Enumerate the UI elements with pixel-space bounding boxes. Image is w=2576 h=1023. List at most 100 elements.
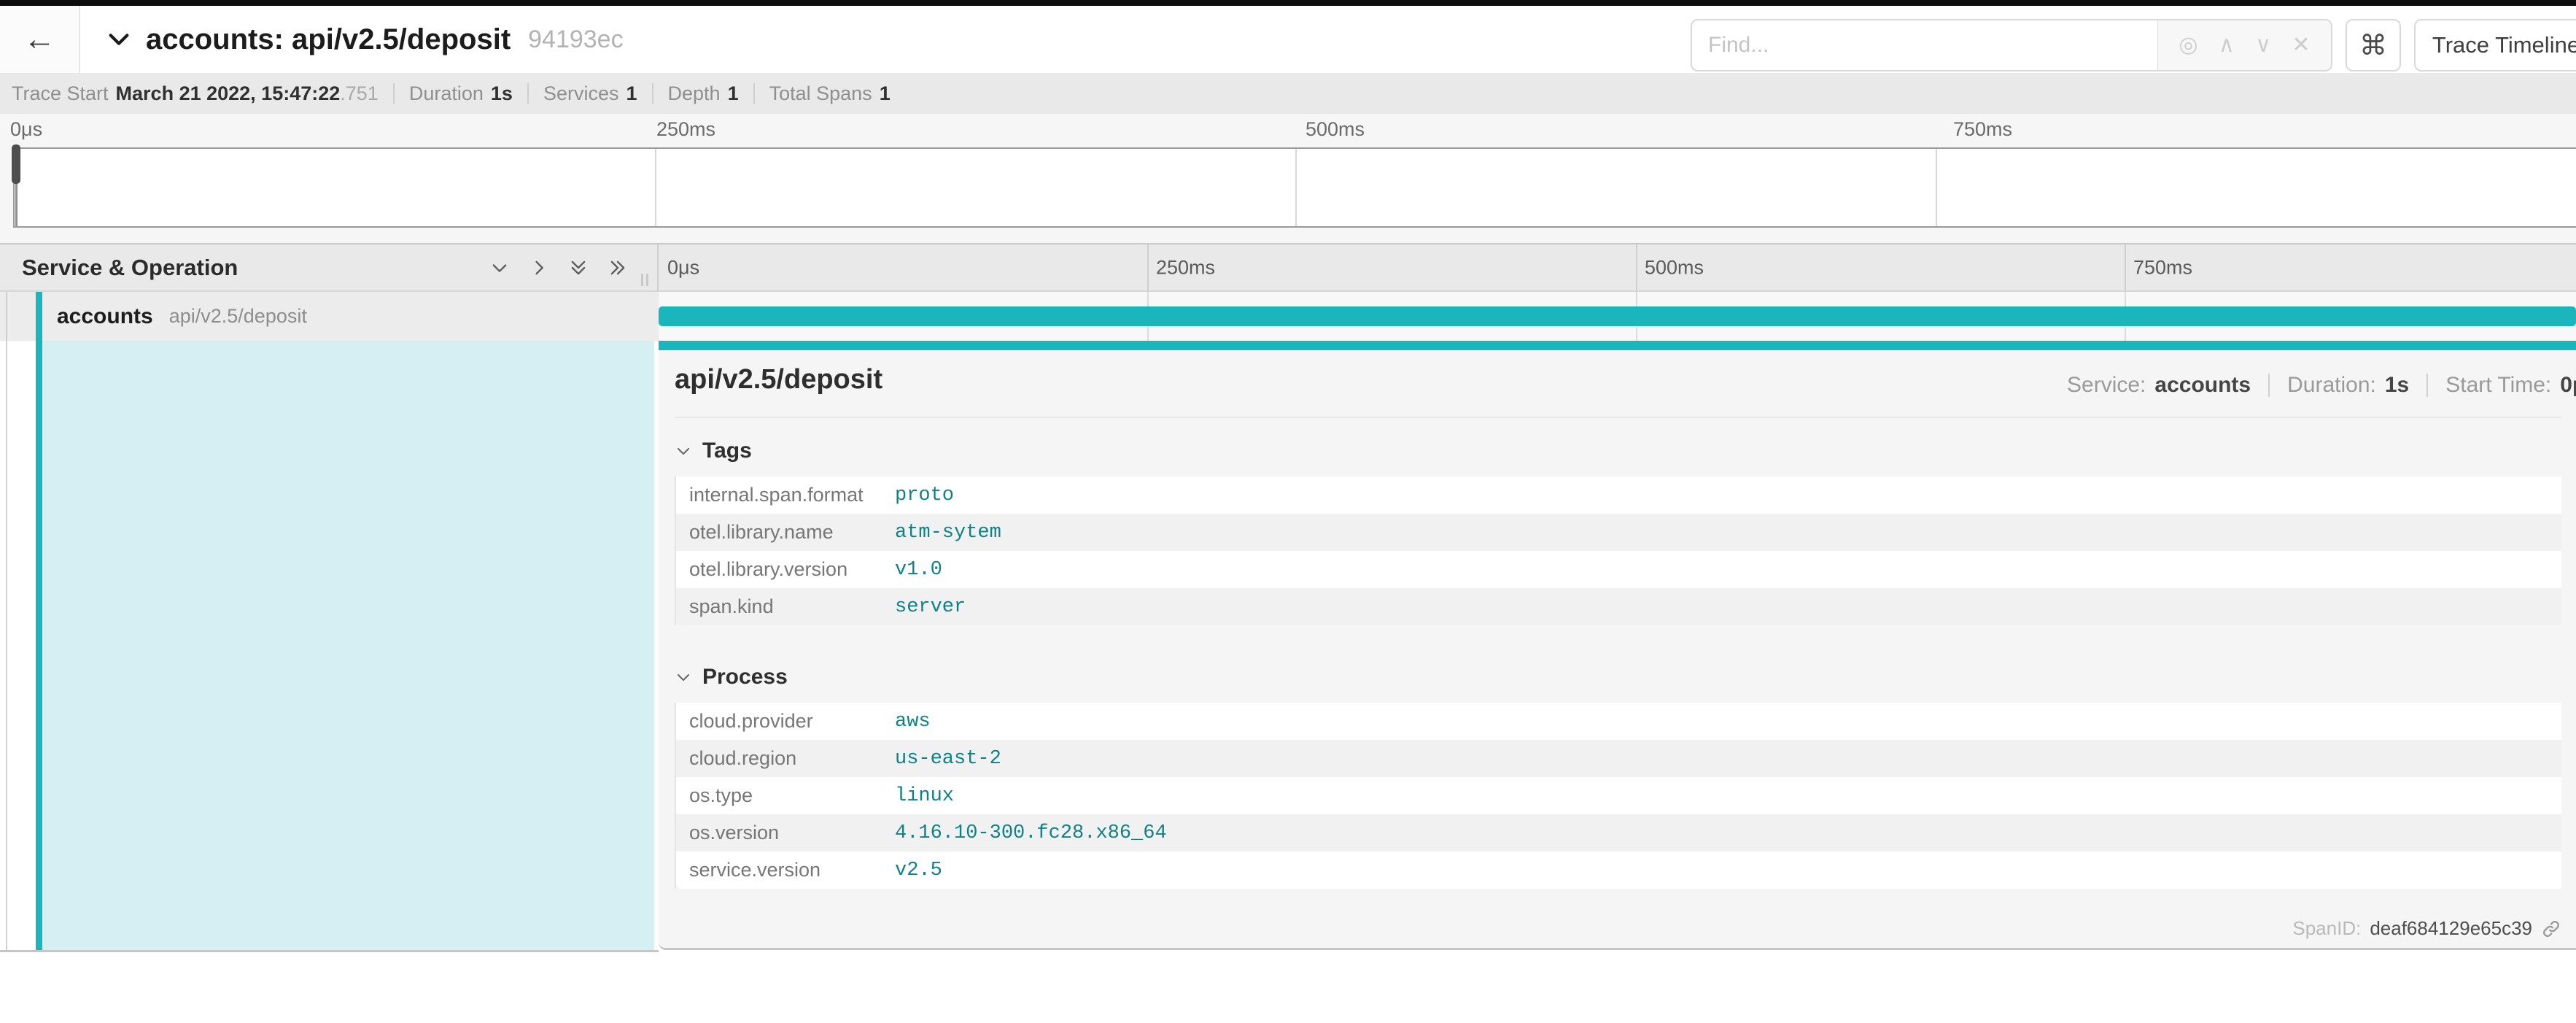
depth-label: Depth [668,82,721,105]
process-section-toggle[interactable]: Process [675,665,2561,690]
detail-bottom-border [0,950,659,952]
divider [753,83,755,104]
trace-view-selector[interactable]: Trace Timeline [2414,19,2576,72]
duration-value: 1s [491,82,513,105]
span-detail-panel: api/v2.5/deposit Service: accounts Durat… [659,341,2576,950]
process-key: cloud.provider [676,710,895,733]
timeline-gridline [1636,244,1637,290]
trace-page-header: ← accounts: api/v2.5/deposit 94193ec ◎ ∧… [0,6,2576,73]
tag-row[interactable]: otel.library.version v1.0 [676,551,2561,588]
span-detail-title: api/v2.5/deposit [675,364,882,395]
chevron-down-icon [675,442,692,460]
tag-value: v1.0 [895,559,2561,581]
process-table: cloud.provider aws cloud.region us-east-… [675,703,2561,889]
tag-key: otel.library.name [676,521,895,544]
collapse-all-icon[interactable] [568,258,589,278]
timeline-tick-label: 750ms [2133,256,2192,279]
process-row[interactable]: service.version v2.5 [676,852,2561,889]
span-color-accent [36,341,42,950]
next-result-icon[interactable]: ∨ [2255,34,2271,56]
prev-result-icon[interactable]: ∧ [2219,34,2235,56]
process-key: os.type [676,784,895,807]
tag-row[interactable]: internal.span.format proto [676,476,2561,514]
tag-row[interactable]: otel.library.name atm-sytem [676,514,2561,551]
span-row[interactable]: accounts api/v2.5/deposit [0,292,2576,341]
tag-key: span.kind [676,595,895,618]
total-spans-value: 1 [880,82,891,105]
span-detail-timeline-bar [659,341,2576,350]
expand-one-icon[interactable] [529,258,549,278]
process-value: 4.16.10-300.fc28.x86_64 [895,822,2561,844]
service-operation-header: Service & Operation [22,255,238,281]
process-key: os.version [676,822,895,844]
services-label: Services [543,82,619,105]
service-label: Service: [2067,373,2146,398]
tags-section-toggle[interactable]: Tags [675,439,2561,463]
span-timeline-cell [659,292,2576,341]
process-key: cloud.region [676,747,895,770]
divider [675,417,2561,418]
minimap-scrubber-handle[interactable] [12,144,20,184]
span-color-accent [36,292,42,341]
duration-label: Duration [409,82,484,105]
chevron-down-icon [675,668,692,686]
span-detail-overview: Service: accounts Duration: 1s Start Tim… [2067,373,2576,398]
process-section-title: Process [702,665,788,690]
span-duration-bar[interactable] [659,306,2576,326]
span-service-name: accounts [57,304,153,329]
clear-search-icon[interactable]: ✕ [2292,34,2311,56]
timeline-column-header: Service & Operation 0μs 250ms 500ms 750m… [0,243,2576,292]
timeline-gridline [2125,244,2126,290]
process-row[interactable]: os.version 4.16.10-300.fc28.x86_64 [676,814,2561,852]
trace-id-short: 94193ec [528,26,623,54]
collapse-one-icon[interactable] [489,258,510,278]
process-row[interactable]: cloud.provider aws [676,703,2561,740]
span-operation-name: api/v2.5/deposit [169,305,307,328]
tags-section-title: Tags [702,439,752,463]
minimap-tick: 250ms [656,118,715,141]
tag-key: internal.span.format [676,484,895,506]
services-value: 1 [626,82,637,105]
deep-link-icon[interactable] [2541,919,2561,939]
tags-table: internal.span.format proto otel.library.… [675,476,2561,625]
duration-label: Duration: [2287,373,2376,398]
find-input[interactable] [1692,20,2157,70]
tag-row[interactable]: span.kind server [676,588,2561,625]
back-button[interactable]: ← [0,6,80,73]
trace-minimap: 0μs 250ms 500ms 750ms [0,114,2576,243]
minimap-tick: 0μs [10,118,42,141]
total-spans-label: Total Spans [769,82,872,105]
spanid-value: deaf684129e65c39 [2370,917,2532,940]
trace-collapse-toggle[interactable] [106,27,131,52]
process-row[interactable]: cloud.region us-east-2 [676,740,2561,777]
keyboard-shortcuts-button[interactable]: ⌘ [2346,19,2401,72]
timeline-tick-label: 0μs [667,256,699,279]
span-detail-area: api/v2.5/deposit Service: accounts Durat… [0,341,2576,1023]
process-value: aws [895,711,2561,733]
divider [652,83,653,104]
back-arrow-icon: ← [23,21,55,58]
process-key: service.version [676,859,895,881]
minimap-span-bar [15,151,2576,169]
trace-view-label: Trace Timeline [2432,32,2576,58]
minimap-tick: 500ms [1306,118,1365,141]
process-value: us-east-2 [895,748,2561,770]
span-name-cell[interactable]: accounts api/v2.5/deposit [0,292,659,341]
start-time-value: 0μs [2560,373,2576,398]
column-resizer[interactable] [641,274,648,286]
expand-all-icon[interactable] [608,258,628,278]
spanid-label: SpanID: [2292,917,2361,940]
indent-guide [6,292,7,341]
timeline-tick-label: 500ms [1645,256,1704,279]
chevron-down-icon [106,27,131,52]
process-row[interactable]: os.type linux [676,777,2561,814]
timeline-gridline [1147,244,1149,290]
process-value: v2.5 [895,860,2561,881]
find-controls: ◎ ∧ ∨ ✕ [2157,20,2331,70]
timeline-tick-label: 250ms [1156,256,1215,279]
locate-icon[interactable]: ◎ [2179,34,2197,56]
service-value: accounts [2154,373,2251,398]
trace-start-label: Trace Start [12,82,109,105]
divider [527,83,529,104]
minimap-canvas[interactable] [13,147,2576,228]
